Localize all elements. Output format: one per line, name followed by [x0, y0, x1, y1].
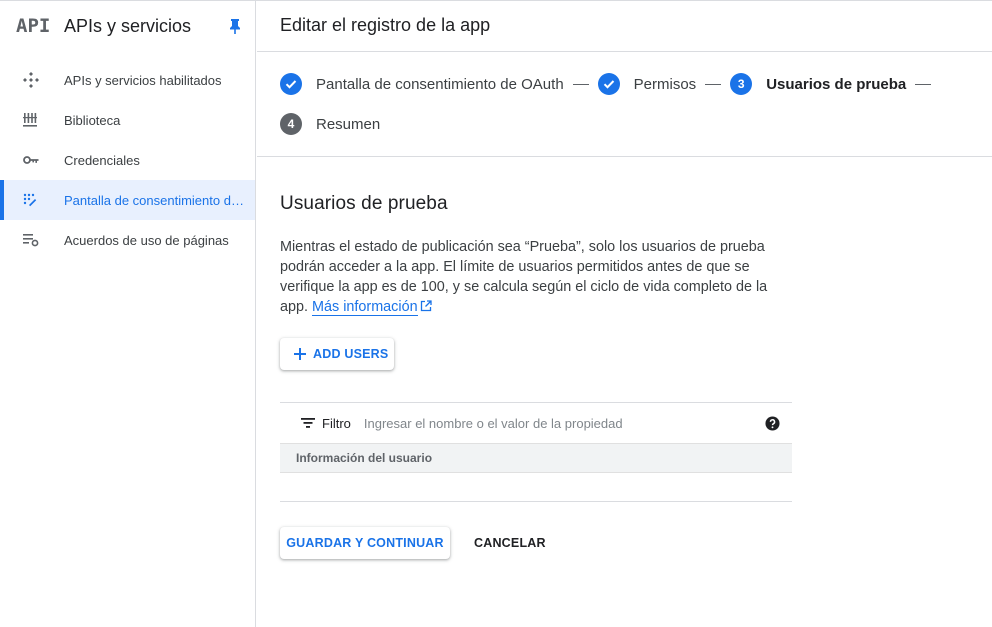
sidebar-item-credenciales[interactable]: Credenciales — [0, 140, 255, 180]
consent-screen-icon — [23, 193, 64, 207]
sidebar-nav: APIs y servicios habilitados Biblioteca … — [0, 60, 255, 260]
filter-icon — [300, 417, 316, 429]
sidebar-title: APIs y servicios — [64, 15, 192, 36]
check-icon — [280, 73, 302, 95]
stepper: Pantalla de consentimiento de OAuth Perm… — [257, 52, 992, 157]
sidebar-item-label: Biblioteca — [64, 112, 121, 128]
step-label: Permisos — [633, 75, 697, 93]
step-connector — [915, 83, 932, 85]
column-header-user-info[interactable]: Información del usuario — [296, 451, 432, 465]
table-empty-row — [280, 473, 792, 502]
sidebar-item-label: Pantalla de consentimiento de OAuth — [64, 192, 244, 208]
add-users-label: ADD USERS — [313, 347, 389, 361]
sidebar-item-label: Acuerdos de uso de páginas — [64, 232, 229, 248]
filter-input[interactable]: Ingresar el nombre o el valor de la prop… — [364, 416, 752, 431]
external-link-icon — [420, 298, 432, 318]
step-label: Pantalla de consentimiento de OAuth — [316, 75, 564, 93]
main-panel: Editar el registro de la app Pantalla de… — [257, 0, 992, 627]
filter-bar[interactable]: Filtro Ingresar el nombre o el valor de … — [280, 403, 792, 443]
step-number: 3 — [730, 73, 753, 95]
save-continue-button[interactable]: GUARDAR Y CONTINUAR — [280, 527, 450, 559]
filter-label: Filtro — [322, 415, 351, 431]
step-connector — [705, 83, 722, 85]
more-info-link[interactable]: Más información — [312, 299, 418, 316]
sidebar: API APIs y servicios APIs y servicios ha… — [0, 0, 256, 627]
page-title: Editar el registro de la app — [257, 0, 992, 52]
content: Usuarios de prueba Mientras el estado de… — [257, 157, 992, 559]
sidebar-item-pantalla-consentimiento[interactable]: Pantalla de consentimiento de OAuth — [0, 180, 255, 220]
section-heading: Usuarios de prueba — [280, 193, 448, 214]
step-label: Usuarios de prueba — [766, 75, 907, 93]
sidebar-item-label: Credenciales — [64, 152, 140, 168]
apis-diamond-icon — [23, 72, 64, 88]
step-3: 3 Usuarios de prueba — [730, 73, 906, 95]
sidebar-item-label: APIs y servicios habilitados — [64, 72, 222, 88]
step-1[interactable]: Pantalla de consentimiento de OAuth — [280, 73, 564, 95]
step-2[interactable]: Permisos — [597, 73, 697, 95]
step-number: 4 — [280, 113, 302, 135]
form-actions: GUARDAR Y CONTINUAR CANCELAR — [280, 527, 992, 559]
add-users-button[interactable]: ADD USERS — [280, 338, 394, 370]
sidebar-item-apis-habilitados[interactable]: APIs y servicios habilitados — [0, 60, 255, 100]
step-label: Resumen — [316, 115, 381, 133]
check-icon — [597, 73, 620, 95]
table-header: Información del usuario — [280, 443, 792, 473]
step-connector — [572, 83, 589, 85]
api-logo: API — [16, 15, 51, 37]
stepper-row: Pantalla de consentimiento de OAuth Perm… — [280, 72, 992, 96]
description: Mientras el estado de publicación sea “P… — [280, 237, 792, 318]
library-icon — [23, 113, 64, 127]
step-4: 4 Resumen — [280, 113, 380, 135]
settings-list-icon — [23, 233, 64, 247]
stepper-row: 4 Resumen — [280, 112, 992, 136]
sidebar-item-acuerdos[interactable]: Acuerdos de uso de páginas — [0, 220, 255, 260]
help-icon[interactable] — [752, 415, 792, 431]
key-icon — [23, 155, 64, 165]
users-table: Filtro Ingresar el nombre o el valor de … — [280, 402, 792, 502]
cancel-button[interactable]: CANCELAR — [462, 527, 558, 559]
plus-icon — [293, 347, 307, 361]
pin-icon[interactable] — [215, 18, 255, 34]
sidebar-header: API APIs y servicios — [0, 0, 255, 52]
sidebar-item-biblioteca[interactable]: Biblioteca — [0, 100, 255, 140]
